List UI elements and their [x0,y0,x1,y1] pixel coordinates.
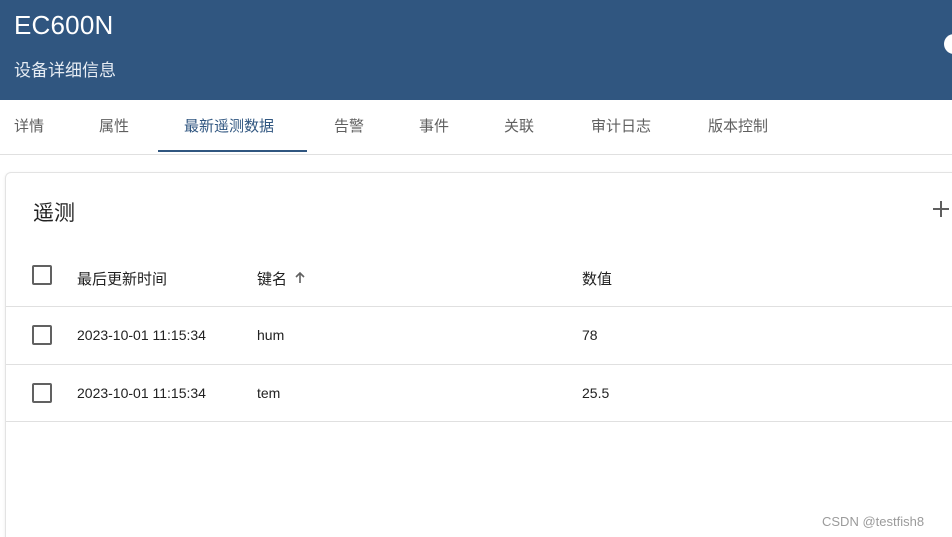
cell-key: tem [257,385,281,401]
active-tab-indicator [158,150,307,152]
tab-attributes[interactable]: 属性 [99,100,129,154]
column-header-key-label: 键名 [257,271,288,288]
tab-events[interactable]: 事件 [419,100,449,154]
row-checkbox[interactable] [32,383,52,403]
row-checkbox[interactable] [32,325,52,345]
tab-bar: 详情 属性 最新遥测数据 告警 事件 关联 审计日志 版本控制 [0,100,952,155]
device-subtitle: 设备详细信息 [14,61,116,80]
row-divider [6,364,952,365]
tab-alarms[interactable]: 告警 [334,100,364,154]
tab-details[interactable]: 详情 [14,100,44,154]
app-header: EC600N 设备详细信息 [0,0,952,100]
cell-value: 25.5 [582,385,610,401]
tab-audit-logs[interactable]: 审计日志 [591,100,651,154]
device-title: EC600N [14,10,114,40]
cell-time: 2023-10-01 11:15:34 [77,385,206,401]
tab-latest-telemetry[interactable]: 最新遥测数据 [184,100,274,154]
cell-time: 2023-10-01 11:15:34 [77,327,206,343]
column-header-value[interactable]: 数值 [582,268,612,289]
tab-version-control[interactable]: 版本控制 [708,100,768,154]
column-header-last-update[interactable]: 最后更新时间 [77,268,167,289]
toggle-switch[interactable] [944,34,952,54]
arrow-up-icon [295,271,305,283]
header-divider [6,306,952,307]
plus-icon[interactable] [931,199,951,219]
select-all-checkbox[interactable] [32,265,52,285]
tab-relations[interactable]: 关联 [504,100,534,154]
cell-key: hum [257,327,285,343]
watermark: CSDN @testfish8 [822,514,925,529]
card-title: 遥测 [33,202,75,225]
column-header-key[interactable]: 键名 [257,268,307,289]
row-divider [6,421,952,422]
telemetry-card: 遥测 最后更新时间 键名 数值 2023-10-01 11:15:34 hum … [5,172,952,537]
cell-value: 78 [582,327,598,343]
